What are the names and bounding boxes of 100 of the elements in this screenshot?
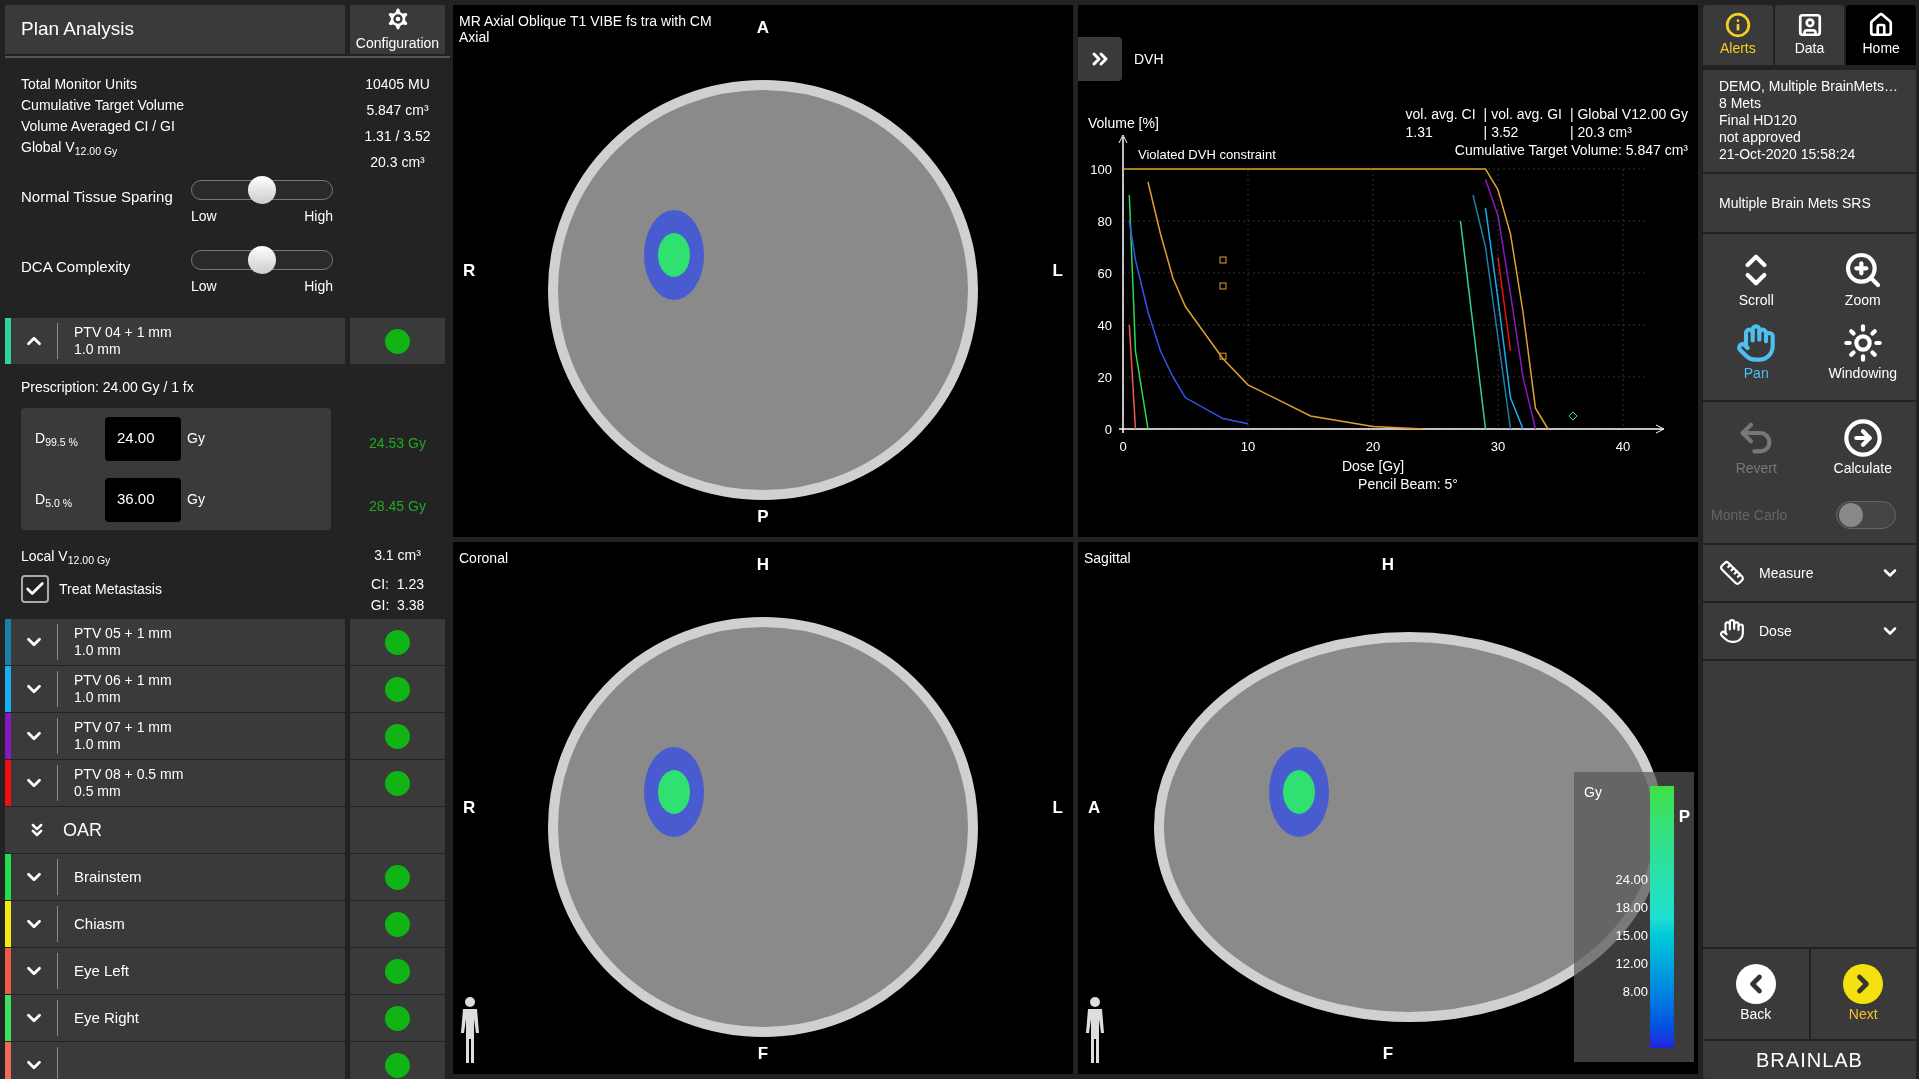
structure-margin: 0.5 mm xyxy=(74,783,122,800)
cumulative-volume-text: Cumulative Target Volume: 5.847 cm³ xyxy=(1454,141,1688,159)
structure-name: PTV 07 + 1 mm xyxy=(74,719,172,736)
orientation-label: L xyxy=(1052,260,1063,283)
structure-row[interactable] xyxy=(5,1042,345,1079)
nav-button[interactable]: Next xyxy=(1808,949,1916,1039)
orientation-label: R xyxy=(463,797,476,820)
structure-row[interactable]: PTV 07 + 1 mm 1.0 mm xyxy=(5,713,345,759)
max-label: High xyxy=(304,277,333,296)
x-tick-label: 20 xyxy=(1365,439,1381,454)
orientation-label: A xyxy=(756,17,770,39)
tool-button[interactable]: Windowing xyxy=(1809,323,1916,384)
tool-button[interactable]: Scroll xyxy=(1703,250,1810,311)
patient-info-line: 8 Mets xyxy=(1719,95,1762,112)
scale-tick-label: 8.00 xyxy=(1622,983,1648,1000)
x-tick-label: 40 xyxy=(1615,439,1631,454)
ruler-icon xyxy=(1719,560,1745,586)
section-button[interactable]: Dose xyxy=(1703,603,1916,661)
x-tick-label: 0 xyxy=(1119,439,1127,454)
structure-row[interactable]: PTV 04 + 1 mm 1.0 mm xyxy=(5,318,345,364)
mri-viewer[interactable]: MR Axial Oblique T1 VIBE fs tra with CM Axial A P R L xyxy=(453,5,1073,537)
orientation-label: H xyxy=(1381,554,1395,576)
stat-label: Cumulative Target Volume xyxy=(20,96,186,115)
orientation-label: P xyxy=(757,505,769,528)
top-tab[interactable]: Data xyxy=(1774,5,1845,65)
ci-value: CI: 1.23 xyxy=(371,575,424,594)
section-title: OAR xyxy=(63,818,102,842)
stat-value: 5.847 cm³ xyxy=(366,101,429,120)
structure-name: Eye Right xyxy=(74,1007,140,1028)
slider-label: Normal Tissue Sparing xyxy=(21,187,174,207)
stat-label: Global V$_{12.00 Gy}$ xyxy=(20,138,119,158)
orientation-label: P xyxy=(1678,806,1690,828)
structure-row[interactable]: Eye Left xyxy=(5,948,345,994)
section-header[interactable]: OAR xyxy=(5,807,345,853)
stat-label: Volume Averaged CI / GI xyxy=(20,117,176,136)
arrow-circle-icon xyxy=(1842,418,1883,458)
result-value: 24.53 Gy xyxy=(369,434,426,453)
x-axis-title: Dose [Gy] xyxy=(1341,458,1405,474)
tool-button[interactable]: Zoom xyxy=(1809,250,1916,311)
plan-name: Multiple Brain Mets SRS xyxy=(1719,193,1871,213)
x-tick-label: 10 xyxy=(1240,439,1256,454)
mri-viewer[interactable]: Coronal H F R L xyxy=(453,542,1073,1074)
structure-name: Brainstem xyxy=(74,866,142,887)
tool-button[interactable]: Pan xyxy=(1703,323,1810,384)
structure-row[interactable]: Chiasm xyxy=(5,901,345,947)
structure-row[interactable]: PTV 06 + 1 mm 1.0 mm xyxy=(5,666,345,712)
hand-icon xyxy=(1736,323,1777,363)
stat-label: Total Monitor Units xyxy=(20,75,138,94)
constraint-label: D$_{5.0 %}$ xyxy=(35,490,73,510)
calculation-method: Pencil Beam: 5° xyxy=(1358,475,1458,494)
mri-viewer[interactable]: Sagittal H F A P Gy 24.00 18.00 15.00 12.00 8.00 xyxy=(1078,542,1698,1074)
structure-margin: 1.0 mm xyxy=(74,736,122,753)
orientation-label: H xyxy=(756,554,770,576)
structure-row[interactable]: PTV 08 + 0.5 mm 0.5 mm xyxy=(5,760,345,806)
y-tick-label: 40 xyxy=(1097,318,1112,333)
stat-value: | 3.52 xyxy=(1483,123,1520,141)
viewer-title: Coronal xyxy=(459,550,509,566)
slider-label: DCA Complexity xyxy=(21,257,132,277)
structure-row[interactable]: Brainstem xyxy=(5,854,345,900)
viewer-title: Sagittal xyxy=(1084,550,1131,566)
structure-name: PTV 06 + 1 mm xyxy=(74,672,172,689)
y-tick-label: 80 xyxy=(1097,214,1112,229)
slider-thumb[interactable] xyxy=(248,246,276,274)
constraint-marker xyxy=(1219,282,1227,290)
structure-name: Chiasm xyxy=(74,913,125,934)
dose-input[interactable]: 24.00 xyxy=(105,416,181,461)
prescription-text: Prescription: 24.00 Gy / 1 fx xyxy=(21,378,195,397)
orientation-label: F xyxy=(757,1042,769,1065)
structure-row[interactable]: PTV 05 + 1 mm 1.0 mm xyxy=(5,619,345,665)
unit-label: Gy xyxy=(187,490,205,509)
max-label: High xyxy=(304,207,333,226)
chart-note: Violated DVH constraint xyxy=(1138,147,1276,162)
section-button[interactable]: Measure xyxy=(1703,545,1916,603)
patient-info-line: 21-Oct-2020 15:58:24 xyxy=(1719,146,1857,163)
panel-title: Plan Analysis xyxy=(21,17,134,42)
top-tab[interactable]: Alerts xyxy=(1703,5,1773,65)
stat-value: 1.31 / 3.52 xyxy=(364,127,431,146)
configuration-button[interactable]: Configuration xyxy=(350,5,445,54)
slider-thumb[interactable] xyxy=(248,176,276,204)
brand-logo: BRAINLAB xyxy=(1756,1048,1863,1073)
scale-tick-label: 24.00 xyxy=(1615,871,1648,888)
home-icon xyxy=(1868,11,1895,38)
stat-header: | vol. avg. GI xyxy=(1483,105,1562,123)
orientation-label: R xyxy=(463,260,476,283)
dose-input[interactable]: 36.00 xyxy=(105,477,181,522)
orientation-label: A xyxy=(1088,797,1101,820)
expand-panel-button[interactable] xyxy=(1078,37,1122,81)
structure-margin: 1.0 mm xyxy=(74,642,122,659)
nav-button[interactable]: Back xyxy=(1703,949,1809,1039)
min-label: Low xyxy=(191,277,217,296)
structure-row[interactable]: Eye Right xyxy=(5,995,345,1041)
viewer-subtitle: Axial xyxy=(459,29,491,45)
checkbox-label: Treat Metastasis xyxy=(59,579,162,599)
scale-unit: Gy xyxy=(1584,783,1603,802)
top-tab[interactable]: Home xyxy=(1846,5,1916,65)
action-button[interactable]: Calculate xyxy=(1809,418,1916,479)
scale-tick-label: 15.00 xyxy=(1615,927,1648,944)
checkbox[interactable] xyxy=(21,575,49,603)
y-tick-label: 20 xyxy=(1097,370,1112,385)
y-tick-label: 0 xyxy=(1104,422,1112,437)
